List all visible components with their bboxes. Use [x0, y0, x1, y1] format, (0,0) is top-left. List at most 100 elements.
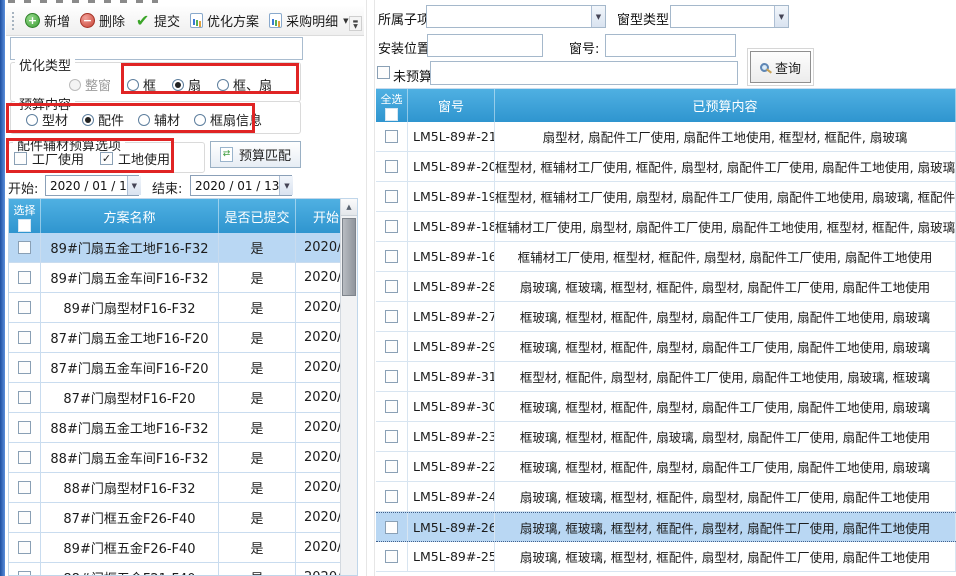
checkbox-工地使用[interactable]: ✓工地使用: [100, 149, 170, 168]
plan-table-row[interactable]: 89#门框五金F26-F40是2020/0: [9, 533, 357, 563]
row-checkbox[interactable]: [385, 160, 398, 173]
budget-table-row[interactable]: LM5L-89#-26F24扇玻璃, 框玻璃, 框型材, 框配件, 扇型材, 扇…: [376, 512, 956, 542]
radio-circle-icon[interactable]: [82, 114, 94, 126]
row-checkbox[interactable]: [18, 421, 31, 434]
plan-table-row[interactable]: 87#门扇型材F16-F20是2020/0: [9, 383, 357, 413]
select-all-checkbox[interactable]: [385, 108, 398, 121]
checkbox-工厂使用[interactable]: 工厂使用: [14, 149, 84, 168]
plan-table-row[interactable]: 88#门扇五金工地F16-F32是2020/0: [9, 413, 357, 443]
plan-table-row[interactable]: 88#门扇五金车间F16-F32是2020/0: [9, 443, 357, 473]
select-all-checkbox[interactable]: [18, 219, 31, 232]
budget-table-row[interactable]: LM5L-89#-23F21框玻璃, 框型材, 框配件, 扇玻璃, 扇型材, 扇…: [376, 422, 956, 452]
panel-splitter[interactable]: [366, 0, 375, 576]
no-budget-input[interactable]: [430, 61, 738, 85]
chevron-down-icon[interactable]: ▼: [591, 6, 605, 27]
chevron-down-icon[interactable]: ▼: [774, 6, 788, 27]
row-checkbox[interactable]: [18, 481, 31, 494]
start-date-picker[interactable]: 2020 / 01 / 1 ▼: [45, 175, 139, 196]
plan-header-name[interactable]: 方案名称: [41, 199, 219, 233]
row-checkbox[interactable]: [385, 280, 398, 293]
row-checkbox[interactable]: [385, 550, 398, 563]
row-checkbox[interactable]: [385, 190, 398, 203]
radio-circle-icon[interactable]: [172, 79, 184, 91]
radio-circle-icon[interactable]: [217, 79, 229, 91]
scrollbar-thumb[interactable]: [342, 218, 356, 296]
row-checkbox[interactable]: [385, 220, 398, 233]
plan-table-row[interactable]: 89#门扇五金工地F16-F32是2020/0: [9, 233, 357, 263]
row-checkbox[interactable]: [385, 490, 398, 503]
install-position-input[interactable]: [427, 34, 543, 57]
dropdown-arrow-icon[interactable]: ▼: [343, 17, 348, 25]
plan-table-row[interactable]: 87#门框五金F26-F40是2020/0: [9, 503, 357, 533]
radio-扇[interactable]: 扇: [172, 75, 201, 94]
plan-table-row[interactable]: 89#门扇型材F16-F32是2020/0: [9, 293, 357, 323]
budget-table-row[interactable]: LM5L-89#-29F27框玻璃, 框型材, 框配件, 扇型材, 扇配件工厂使…: [376, 332, 956, 362]
radio-型材[interactable]: 型材: [26, 110, 68, 129]
budget-table-row[interactable]: LM5L-89#-31F29框型材, 框配件, 扇型材, 扇配件工厂使用, 扇配…: [376, 362, 956, 392]
no-budget-checkbox[interactable]: [377, 66, 390, 79]
row-checkbox[interactable]: [18, 241, 31, 254]
row-checkbox[interactable]: [385, 521, 398, 534]
plan-table-row[interactable]: 88#门扇型材F16-F32是2020/0: [9, 473, 357, 503]
budget-table-row[interactable]: LM5L-89#-16F15框辅材工厂使用, 框型材, 框配件, 扇型材, 扇配…: [376, 242, 956, 272]
budget-table-row[interactable]: LM5L-89#-24F22扇玻璃, 框玻璃, 框型材, 框配件, 扇型材, 扇…: [376, 482, 956, 512]
toolbar-button-删除[interactable]: −删除: [76, 9, 131, 32]
budget-table-row[interactable]: LM5L-89#-28F26扇玻璃, 框玻璃, 框型材, 框配件, 扇型材, 扇…: [376, 272, 956, 302]
row-checkbox[interactable]: [385, 370, 398, 383]
checkbox-box-icon[interactable]: [14, 152, 27, 165]
toolbar-button-提交[interactable]: ✔提交: [131, 9, 186, 32]
row-checkbox[interactable]: [18, 301, 31, 314]
row-checkbox[interactable]: [18, 451, 31, 464]
plan-table-scrollbar[interactable]: ▲: [340, 199, 357, 576]
checkbox-box-icon[interactable]: ✓: [100, 152, 113, 165]
row-checkbox[interactable]: [385, 460, 398, 473]
budget-header-content[interactable]: 已预算内容: [495, 89, 956, 122]
radio-circle-icon[interactable]: [194, 114, 206, 126]
plan-table-row[interactable]: 88#门框五金F21-F40是2020/0: [9, 563, 357, 576]
row-checkbox[interactable]: [385, 310, 398, 323]
plan-table-row[interactable]: 89#门扇五金车间F16-F32是2020/0: [9, 263, 357, 293]
row-checkbox[interactable]: [18, 271, 31, 284]
window-no-input[interactable]: [605, 34, 736, 57]
toolbar-overflow-button[interactable]: ▬▼: [349, 16, 362, 31]
radio-circle-icon[interactable]: [127, 79, 139, 91]
row-checkbox[interactable]: [385, 430, 398, 443]
query-button[interactable]: 查询: [750, 51, 811, 83]
row-checkbox[interactable]: [385, 250, 398, 263]
radio-框[interactable]: 框: [127, 75, 156, 94]
budget-table-row[interactable]: LM5L-89#-27F25框玻璃, 框型材, 框配件, 扇型材, 扇配件工厂使…: [376, 302, 956, 332]
window-type-select[interactable]: ▼: [670, 5, 789, 28]
row-checkbox[interactable]: [18, 511, 31, 524]
row-checkbox[interactable]: [385, 400, 398, 413]
plan-header-submitted[interactable]: 是否已提交: [219, 199, 296, 233]
sub-item-select[interactable]: ▼: [426, 5, 606, 28]
budget-match-button[interactable]: 预算匹配: [210, 141, 301, 168]
row-checkbox[interactable]: [18, 571, 31, 576]
row-checkbox[interactable]: [18, 331, 31, 344]
budget-table-row[interactable]: LM5L-89#-22F20框玻璃, 框型材, 框配件, 扇型材, 扇配件工厂使…: [376, 452, 956, 482]
scroll-up-arrow-icon[interactable]: ▲: [341, 199, 357, 216]
end-date-picker[interactable]: 2020 / 01 / 13 ▼: [190, 175, 292, 196]
radio-circle-icon[interactable]: [138, 114, 150, 126]
radio-框、扇[interactable]: 框、扇: [217, 75, 272, 94]
toolbar-grip-icon[interactable]: [12, 12, 14, 30]
row-checkbox[interactable]: [18, 391, 31, 404]
row-checkbox[interactable]: [18, 361, 31, 374]
plan-table-row[interactable]: 87#门扇五金车间F16-F20是2020/0: [9, 353, 357, 383]
radio-辅材[interactable]: 辅材: [138, 110, 180, 129]
budget-table-row[interactable]: LM5L-89#-19F17框型材, 框辅材工厂使用, 扇型材, 扇配件工厂使用…: [376, 182, 956, 212]
budget-table-row[interactable]: LM5L-89#-30F28框玻璃, 框型材, 框配件, 扇型材, 扇配件工厂使…: [376, 392, 956, 422]
budget-table-row[interactable]: LM5L-89#-21F19扇型材, 扇配件工厂使用, 扇配件工地使用, 框型材…: [376, 122, 956, 152]
budget-table-row[interactable]: LM5L-89#-20F18框型材, 框辅材工厂使用, 框配件, 扇型材, 扇配…: [376, 152, 956, 182]
chevron-down-icon[interactable]: ▼: [279, 176, 293, 195]
plan-table-row[interactable]: 87#门扇五金工地F16-F20是2020/0: [9, 323, 357, 353]
chevron-down-icon[interactable]: ▼: [127, 176, 141, 195]
row-checkbox[interactable]: [385, 340, 398, 353]
radio-circle-icon[interactable]: [26, 114, 38, 126]
toolbar-button-采购明细[interactable]: 采购明细▼: [265, 9, 354, 32]
radio-配件[interactable]: 配件: [82, 110, 124, 129]
row-checkbox[interactable]: [385, 130, 398, 143]
toolbar-button-优化方案[interactable]: 优化方案: [186, 9, 265, 32]
toolbar-button-新增[interactable]: +新增: [21, 9, 76, 32]
budget-header-window-no[interactable]: 窗号: [408, 89, 495, 122]
